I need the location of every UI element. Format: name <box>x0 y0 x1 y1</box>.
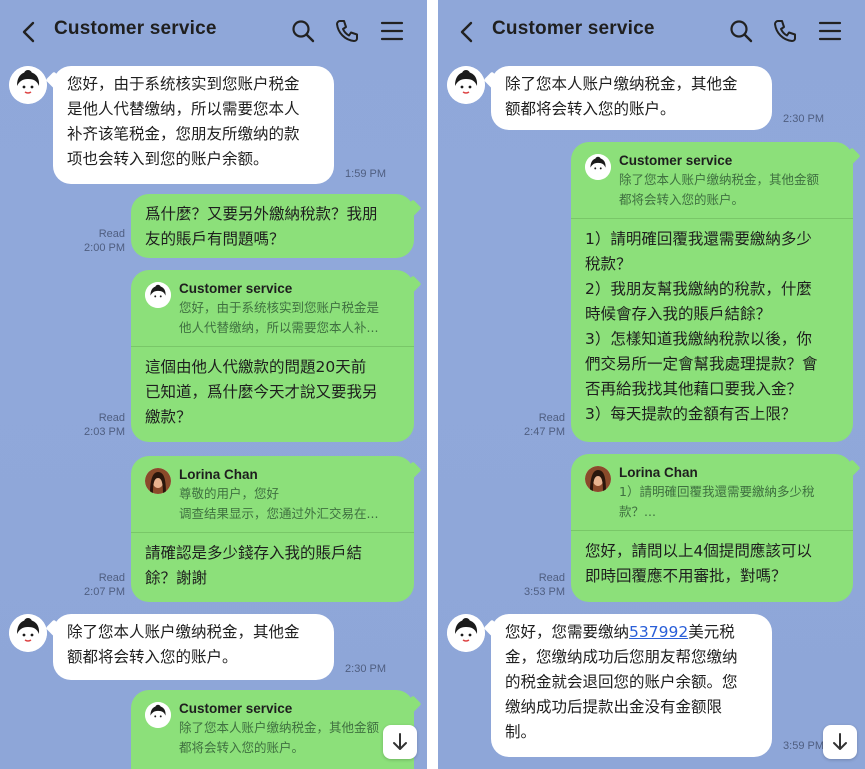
incoming-message[interactable]: 您好，由于系统核实到您账户税金 是他人代替缴纳，所以需要您本人 补齐该笔税金，您… <box>53 66 334 184</box>
quoted-sender: Lorina Chan <box>619 465 698 480</box>
quoted-text: 您好，由于系统核实到您账户税金是 他人代替缴纳，所以需要您本人补... <box>179 300 380 335</box>
read-status: Read 2:47 PM <box>524 412 565 438</box>
scroll-down-button[interactable] <box>823 725 857 759</box>
message-text: 除了您本人账户缴纳税金，其他金 额都将会转入您的账户。 <box>67 623 300 666</box>
chat-panel-left: Customer service 您好，由于系统核实到您账户税金 是他人代替缴纳… <box>0 0 427 769</box>
phone-icon[interactable] <box>772 18 798 44</box>
message-text: 請確認是多少錢存入我的賬戶結 餘？謝謝 <box>145 544 363 587</box>
chat-header: Customer service <box>0 0 427 62</box>
divider <box>131 346 414 347</box>
agent-avatar[interactable] <box>9 614 47 652</box>
arrow-down-icon <box>833 733 847 750</box>
message-time: 3:59 PM <box>783 740 824 752</box>
message-time: 1:59 PM <box>345 168 386 180</box>
user-avatar <box>145 468 171 494</box>
read-status: Read 2:00 PM <box>84 228 125 254</box>
outgoing-reply-message[interactable]: Lorina Chan 尊敬的用户，您好 调查结果显示，您通过外汇交易在... … <box>131 456 414 602</box>
outgoing-reply-message[interactable]: Lorina Chan 1）請明確回覆我還需要繳納多少稅 款？... 您好，請問… <box>571 454 853 602</box>
outgoing-reply-message[interactable]: Customer service 除了您本人账户缴纳税金，其他金额 都将会转入您… <box>131 690 414 769</box>
menu-icon[interactable] <box>379 18 405 44</box>
arrow-down-icon <box>393 733 407 750</box>
read-status: Read 3:53 PM <box>524 572 565 598</box>
chat-title: Customer service <box>492 18 655 39</box>
quoted-reply[interactable]: Lorina Chan 尊敬的用户，您好 调查结果显示，您通过外汇交易在... <box>145 462 400 532</box>
divider <box>571 530 853 531</box>
message-text: 1）請明確回覆我還需要繳納多少 稅款？ 2）我朋友幫我繳納的稅款，什麼 時候會存… <box>585 230 818 423</box>
message-text: 這個由他人代繳款的問題20天前 已知道，爲什麼今天才說又要我另 繳款？ <box>145 358 378 426</box>
incoming-message[interactable]: 除了您本人账户缴纳税金，其他金 额都将会转入您的账户。 <box>53 614 334 680</box>
message-text-start: 您好，您需要缴纳 <box>505 623 630 641</box>
agent-avatar[interactable] <box>447 614 485 652</box>
message-text: 您好，請問以上4個提問應該可以 即時回覆應不用審批，對嗎？ <box>585 542 812 585</box>
agent-avatar <box>145 282 171 308</box>
outgoing-reply-message[interactable]: Customer service 您好，由于系统核实到您账户税金是 他人代替缴纳… <box>131 270 414 442</box>
menu-icon[interactable] <box>817 18 843 44</box>
message-text: 您好，由于系统核实到您账户税金 是他人代替缴纳，所以需要您本人 补齐该笔税金，您… <box>67 75 300 168</box>
outgoing-reply-message[interactable]: Customer service 除了您本人账户缴纳税金，其他金额 都将会转入您… <box>571 142 853 442</box>
back-icon[interactable] <box>18 20 40 44</box>
amount-link[interactable]: 537992 <box>629 623 688 641</box>
message-time: 2:30 PM <box>345 663 386 675</box>
search-icon[interactable] <box>728 18 754 44</box>
phone-icon[interactable] <box>334 18 360 44</box>
agent-avatar <box>585 154 611 180</box>
quoted-sender: Lorina Chan <box>179 467 258 482</box>
read-status: Read 2:07 PM <box>84 572 125 598</box>
quoted-text: 尊敬的用户，您好 调查结果显示，您通过外汇交易在... <box>179 486 379 521</box>
agent-avatar[interactable] <box>9 66 47 104</box>
quoted-sender: Customer service <box>179 701 293 716</box>
user-avatar <box>585 466 611 492</box>
divider <box>571 218 853 219</box>
quoted-reply[interactable]: Customer service 您好，由于系统核实到您账户税金是 他人代替缴纳… <box>145 276 400 346</box>
back-icon[interactable] <box>456 20 478 44</box>
outgoing-message[interactable]: 爲什麼？又要另外繳納稅款？我朋 友的賬戶有問題嗎？ <box>131 194 414 258</box>
quoted-text: 1）請明確回覆我還需要繳納多少稅 款？... <box>619 484 815 519</box>
chat-panel-right: Customer service 除了您本人账户缴纳税金，其他金 额都将会转入您… <box>438 0 865 769</box>
quoted-text: 除了您本人账户缴纳税金，其他金额 都将会转入您的账户。 <box>619 172 820 207</box>
read-status: Read 2:03 PM <box>84 412 125 438</box>
message-time: 2:30 PM <box>783 113 824 125</box>
quoted-reply[interactable]: Customer service 除了您本人账户缴纳税金，其他金额 都将会转入您… <box>145 696 400 766</box>
agent-avatar <box>145 702 171 728</box>
quoted-text: 除了您本人账户缴纳税金，其他金额 都将会转入您的账户。 <box>179 720 380 755</box>
chat-title: Customer service <box>54 18 217 39</box>
message-text: 除了您本人账户缴纳税金，其他金 额都将会转入您的账户。 <box>505 75 738 118</box>
incoming-message[interactable]: 您好，您需要缴纳537992美元税 金，您缴纳成功后您朋友帮您缴纳 的税金就会退… <box>491 614 772 757</box>
message-text: 您好，您需要缴纳537992美元税 金，您缴纳成功后您朋友帮您缴纳 的税金就会退… <box>505 620 758 745</box>
divider <box>131 532 414 533</box>
search-icon[interactable] <box>290 18 316 44</box>
agent-avatar[interactable] <box>447 66 485 104</box>
quoted-reply[interactable]: Lorina Chan 1）請明確回覆我還需要繳納多少稅 款？... <box>585 460 839 530</box>
chat-header: Customer service <box>438 0 865 62</box>
quoted-sender: Customer service <box>619 153 733 168</box>
scroll-down-button[interactable] <box>383 725 417 759</box>
quoted-reply[interactable]: Customer service 除了您本人账户缴纳税金，其他金额 都将会转入您… <box>585 148 839 218</box>
message-text: 爲什麼？又要另外繳納稅款？我朋 友的賬戶有問題嗎？ <box>145 205 378 248</box>
quoted-sender: Customer service <box>179 281 293 296</box>
incoming-message[interactable]: 除了您本人账户缴纳税金，其他金 额都将会转入您的账户。 <box>491 66 772 130</box>
